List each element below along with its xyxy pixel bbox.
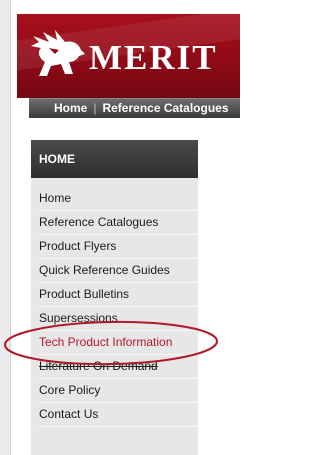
top-navigation-bar: Home | Reference Catalogues: [29, 98, 240, 118]
site-header-banner: MERIT: [17, 14, 240, 98]
sidebar-item-home[interactable]: Home: [39, 187, 198, 211]
sidebar-item-product-flyers[interactable]: Product Flyers: [39, 235, 198, 259]
sidebar-menu: HOME Home Reference Catalogues Product F…: [31, 140, 198, 455]
topnav-home-link[interactable]: Home: [54, 99, 87, 118]
sidebar-item-literature-on-demand[interactable]: Literature On Demand: [39, 355, 198, 379]
winged-horse-logo-icon: [31, 30, 85, 76]
topnav-reference-catalogues-link[interactable]: Reference Catalogues: [102, 99, 228, 118]
brand-wordmark: MERIT: [89, 38, 218, 77]
left-page-edge: [0, 0, 11, 455]
sidebar-item-product-bulletins[interactable]: Product Bulletins: [39, 283, 198, 307]
sidebar-item-contact-us[interactable]: Contact Us: [39, 403, 198, 427]
sidebar-menu-list: Home Reference Catalogues Product Flyers…: [31, 178, 198, 427]
sidebar-item-reference-catalogues[interactable]: Reference Catalogues: [39, 211, 198, 235]
sidebar-item-core-policy[interactable]: Core Policy: [39, 379, 198, 403]
sidebar-item-tech-product-information[interactable]: Tech Product Information: [39, 331, 198, 355]
topnav-separator: |: [93, 101, 97, 115]
sidebar-item-supersessions[interactable]: Supersessions: [39, 307, 198, 331]
sidebar-title: HOME: [31, 140, 198, 178]
sidebar-item-quick-reference-guides[interactable]: Quick Reference Guides: [39, 259, 198, 283]
